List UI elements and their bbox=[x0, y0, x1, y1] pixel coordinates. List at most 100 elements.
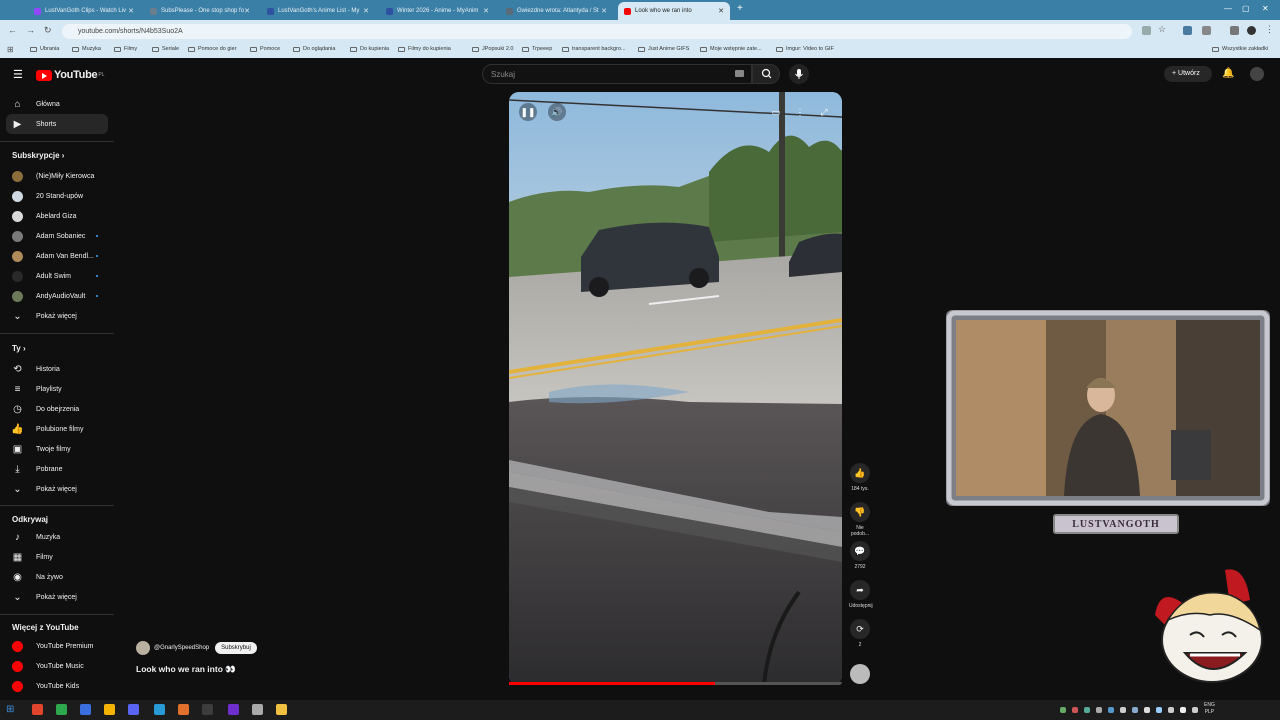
maximize-icon[interactable]: ▢ bbox=[1242, 4, 1250, 13]
browser-tab[interactable]: LustVanGoth Clips - Watch Liv ✕ bbox=[28, 2, 140, 20]
sidebar-item[interactable]: ▣ Twoje filmy bbox=[0, 439, 114, 459]
tab-close-icon[interactable]: ✕ bbox=[244, 7, 250, 15]
bookmark-item[interactable]: Muzyka bbox=[72, 46, 101, 52]
star-icon[interactable]: ☆ bbox=[1158, 24, 1166, 35]
tray-icon[interactable] bbox=[1108, 707, 1114, 713]
bookmark-item[interactable]: Pomoce do gier bbox=[188, 46, 237, 52]
subscribe-button[interactable]: Subskrybuj bbox=[215, 642, 257, 654]
pause-button[interactable]: ❚❚ bbox=[519, 103, 537, 121]
bookmark-item[interactable]: Trpeeep bbox=[522, 46, 552, 52]
account-avatar[interactable] bbox=[1250, 67, 1264, 81]
sidebar-section-header[interactable]: Więcej z YouTube bbox=[12, 623, 79, 632]
youtube-logo[interactable]: YouTube PL bbox=[36, 69, 104, 81]
sidebar-item[interactable]: ♪ Muzyka bbox=[0, 527, 114, 547]
tray-icon[interactable] bbox=[1060, 707, 1066, 713]
extension-icon[interactable] bbox=[1183, 26, 1192, 35]
bookmark-item[interactable]: JPopsuki 2.0 bbox=[472, 46, 514, 52]
reload-icon[interactable]: ↻ bbox=[44, 25, 52, 36]
tray-icon[interactable] bbox=[1132, 707, 1138, 713]
sidebar-item[interactable]: AndyAudioVault bbox=[0, 286, 114, 306]
sidebar-item[interactable]: (Nie)Miły Kierowca bbox=[0, 166, 114, 186]
tray-icon[interactable] bbox=[1096, 707, 1102, 713]
discord-icon[interactable] bbox=[128, 704, 139, 715]
tray-icon[interactable] bbox=[1192, 707, 1198, 713]
like-button[interactable]: 👍 184 tys. bbox=[849, 463, 871, 492]
remix-button[interactable]: ⟳ 2 bbox=[849, 619, 871, 648]
sidebar-item[interactable]: ⤓ Pobrane bbox=[0, 459, 114, 479]
notifications-bell-icon[interactable]: 🔔 bbox=[1222, 68, 1234, 79]
bookmark-item[interactable]: Imgur: Video to GIF bbox=[776, 46, 834, 52]
more-options-button[interactable]: ⋮ bbox=[791, 103, 809, 121]
sidebar-item[interactable]: YouTube Premium bbox=[0, 636, 114, 656]
all-bookmarks[interactable]: Wszystkie zakładki bbox=[1212, 46, 1268, 52]
app-icon[interactable] bbox=[228, 704, 239, 715]
forward-icon[interactable]: → bbox=[26, 25, 35, 35]
video-progress-bar[interactable] bbox=[509, 682, 842, 685]
search-button[interactable] bbox=[752, 64, 780, 84]
profile-icon[interactable] bbox=[1247, 26, 1256, 35]
comments-button[interactable]: 💬 2792 bbox=[849, 541, 871, 570]
tab-close-icon[interactable]: ✕ bbox=[601, 7, 607, 15]
sidebar-item[interactable]: Adam Sobaniec bbox=[0, 226, 114, 246]
tab-close-icon[interactable]: ✕ bbox=[128, 7, 134, 15]
sidebar-item[interactable]: ⌄ Pokaż więcej bbox=[0, 306, 114, 326]
keyboard-icon[interactable] bbox=[735, 70, 744, 77]
extensions-puzzle-icon[interactable] bbox=[1230, 26, 1239, 35]
sidebar-item[interactable]: 👍 Polubione filmy bbox=[0, 419, 114, 439]
bookmark-item[interactable]: Filmy do kupienia bbox=[398, 46, 451, 52]
tray-icon[interactable] bbox=[1168, 707, 1174, 713]
sidebar-section-header[interactable]: Ty › bbox=[12, 344, 26, 353]
sidebar-item[interactable]: ⟲ Historia bbox=[0, 359, 114, 379]
url-field[interactable]: youtube.com/shorts/N4b53Suo2A bbox=[62, 24, 1132, 39]
menu-kebab-icon[interactable]: ⋮ bbox=[1265, 24, 1274, 35]
new-tab-button[interactable]: + bbox=[737, 3, 743, 14]
bookmark-item[interactable]: Just Anime GIFS bbox=[638, 46, 689, 52]
tray-icon[interactable] bbox=[1180, 707, 1186, 713]
captions-button[interactable]: ▭ bbox=[767, 103, 785, 121]
browser-tab[interactable]: Gwiezdne wrota: Atlantyda / St ✕ bbox=[500, 2, 613, 20]
back-icon[interactable]: ← bbox=[8, 25, 17, 35]
app-icon[interactable] bbox=[56, 704, 67, 715]
edge-icon[interactable] bbox=[80, 704, 91, 715]
chrome-icon[interactable] bbox=[32, 704, 43, 715]
tray-icon[interactable] bbox=[1120, 707, 1126, 713]
sound-button[interactable] bbox=[849, 664, 871, 687]
input-language[interactable]: ENG PLP bbox=[1204, 702, 1215, 716]
browser-tab[interactable]: LustVanGoth's Anime List - My ✕ bbox=[261, 2, 375, 20]
minimize-icon[interactable]: — bbox=[1224, 4, 1232, 13]
apps-grid-icon[interactable]: ⊞ bbox=[7, 45, 14, 54]
sidebar-item[interactable]: ≡ Playlisty bbox=[0, 379, 114, 399]
sidebar-section-header[interactable]: Odkrywaj bbox=[12, 515, 48, 524]
tab-close-icon[interactable]: ✕ bbox=[483, 7, 489, 15]
hamburger-menu-icon[interactable]: ☰ bbox=[13, 68, 23, 81]
fullscreen-button[interactable]: ⤢ bbox=[815, 103, 833, 121]
browser-tab[interactable]: Winter 2026 - Anime - MyAnim ✕ bbox=[380, 2, 495, 20]
sidebar-item[interactable]: ◉ Na żywo bbox=[0, 567, 114, 587]
close-window-icon[interactable]: ✕ bbox=[1262, 4, 1269, 13]
bookmark-item[interactable]: Filmy bbox=[114, 46, 137, 52]
search-input[interactable]: Szukaj bbox=[482, 64, 752, 84]
volume-button[interactable]: 🔊 bbox=[548, 103, 566, 121]
sidebar-item[interactable]: ▶ Shorts bbox=[6, 114, 108, 134]
tray-icon[interactable] bbox=[1084, 707, 1090, 713]
sidebar-item[interactable]: Adult Swim bbox=[0, 266, 114, 286]
sidebar-section-header[interactable]: Subskrypcje › bbox=[12, 151, 64, 160]
shorts-video-player[interactable]: ❚❚ 🔊 ▭ ⋮ ⤢ bbox=[509, 92, 842, 685]
voice-search-button[interactable] bbox=[789, 64, 809, 84]
sidebar-item[interactable]: YouTube Kids bbox=[0, 676, 114, 696]
tab-close-icon[interactable]: ✕ bbox=[718, 7, 724, 15]
tab-close-icon[interactable]: ✕ bbox=[363, 7, 369, 15]
bookmark-item[interactable]: Do oglądania bbox=[293, 46, 335, 52]
sidebar-item[interactable]: ⌄ Pokaż więcej bbox=[0, 479, 114, 499]
app-icon[interactable] bbox=[252, 704, 263, 715]
sidebar-item[interactable]: YouTube Music bbox=[0, 656, 114, 676]
bookmark-item[interactable]: Do kupienia bbox=[350, 46, 389, 52]
folder-icon[interactable] bbox=[276, 704, 287, 715]
tray-icon[interactable] bbox=[1144, 707, 1150, 713]
vlc-icon[interactable] bbox=[178, 704, 189, 715]
share-button[interactable]: ➦ Udostępnij bbox=[849, 580, 873, 609]
sidebar-item[interactable]: 20 Stand-upów bbox=[0, 186, 114, 206]
downloads-icon[interactable] bbox=[1202, 26, 1211, 35]
sidebar-item[interactable]: ◷ Do obejrzenia bbox=[0, 399, 114, 419]
sidebar-item[interactable]: Abelard Giza bbox=[0, 206, 114, 226]
